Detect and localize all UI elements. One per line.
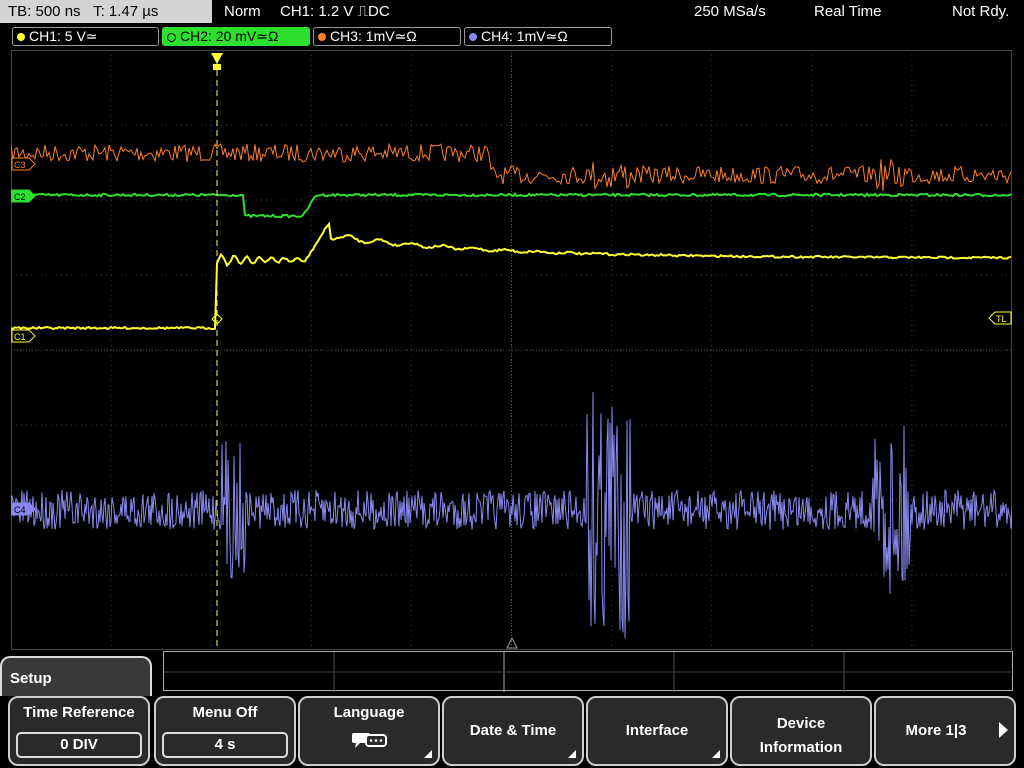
more-label: More 1|3	[905, 722, 967, 739]
interface-label: Interface	[625, 722, 689, 739]
time-reference-label: Time Reference	[23, 704, 135, 721]
device-information-button[interactable]: Device Information	[730, 696, 872, 766]
submenu-corner-icon	[712, 750, 720, 758]
speech-bubbles-icon	[350, 730, 390, 754]
time-reference-button[interactable]: Time Reference 0 DIV	[8, 696, 150, 766]
channel-tab-ch1[interactable]: CH1: 5 V≃	[12, 27, 159, 46]
menu-title-setup: Setup	[0, 656, 152, 696]
date-time-label: Date & Time	[469, 722, 557, 739]
menu-off-value: 4 s	[162, 732, 288, 758]
language-label: Language	[333, 704, 405, 721]
menu-title-text: Setup	[10, 670, 52, 687]
ch4-dot-icon	[469, 33, 477, 42]
ch3-dot-icon	[318, 33, 326, 42]
device-information-line1: Device	[776, 715, 826, 732]
marker-c1-label: C1	[14, 332, 26, 342]
trigger-mode[interactable]: Norm	[224, 0, 261, 24]
device-information-line2: Information	[759, 739, 843, 756]
menu-off-label: Menu Off	[192, 704, 258, 721]
trigger-time-value: T: 1.47 µs	[93, 3, 159, 20]
marker-c3-label: C3	[14, 160, 26, 170]
channel-tab-ch4[interactable]: CH4: 1mV≃Ω	[464, 27, 612, 46]
interface-button[interactable]: Interface	[586, 696, 728, 766]
menu-off-button[interactable]: Menu Off 4 s	[154, 696, 296, 766]
next-page-arrow-icon	[999, 722, 1008, 738]
ch3-label: CH3: 1mV≃Ω	[330, 28, 417, 44]
trigger-position-stem	[213, 64, 221, 70]
ready-state: Not Rdy.	[952, 3, 1010, 20]
submenu-corner-icon	[568, 750, 576, 758]
ch2-dot-icon	[167, 32, 176, 42]
date-time-button[interactable]: Date & Time	[442, 696, 584, 766]
ch1-label: CH1: 5 V≃	[29, 28, 98, 44]
trigger-level-label: TL	[996, 314, 1007, 324]
marker-c4-label: C4	[14, 505, 26, 515]
zoom-overview-strip	[163, 651, 1014, 692]
ch1-dot-icon	[17, 33, 25, 42]
time-reference-value: 0 DIV	[16, 732, 142, 758]
channel-tab-ch3[interactable]: CH3: 1mV≃Ω	[313, 27, 461, 46]
timebase-box[interactable]: TB: 500 ns T: 1.47 µs	[0, 0, 212, 23]
sample-rate: 250 MSa/s	[694, 3, 766, 20]
device-information-text: Device Information	[732, 712, 870, 760]
more-button[interactable]: More 1|3	[874, 696, 1016, 766]
channel-tab-ch2[interactable]: CH2: 20 mV≃Ω	[162, 27, 310, 46]
ch2-label: CH2: 20 mV≃Ω	[180, 28, 279, 44]
language-button[interactable]: Language	[298, 696, 440, 766]
ch4-label: CH4: 1mV≃Ω	[481, 28, 568, 44]
status-bar: TB: 500 ns T: 1.47 µs Norm CH1: 1.2 V ⎍D…	[0, 0, 1024, 24]
trigger-setting[interactable]: CH1: 1.2 V ⎍DC	[280, 0, 390, 24]
marker-c2-label: C2	[14, 192, 26, 202]
submenu-corner-icon	[424, 750, 432, 758]
waveform-display[interactable]: C3 C2 C1 C4 TL	[10, 49, 1013, 651]
channel-bar: CH1: 5 V≃ CH2: 20 mV≃Ω CH3: 1mV≃Ω CH4: 1…	[0, 26, 1024, 48]
timebase-value: TB: 500 ns	[8, 3, 81, 20]
scope-screen[interactable]: C3 C2 C1 C4 TL	[10, 49, 1013, 651]
acquisition-mode: Real Time	[814, 3, 882, 20]
